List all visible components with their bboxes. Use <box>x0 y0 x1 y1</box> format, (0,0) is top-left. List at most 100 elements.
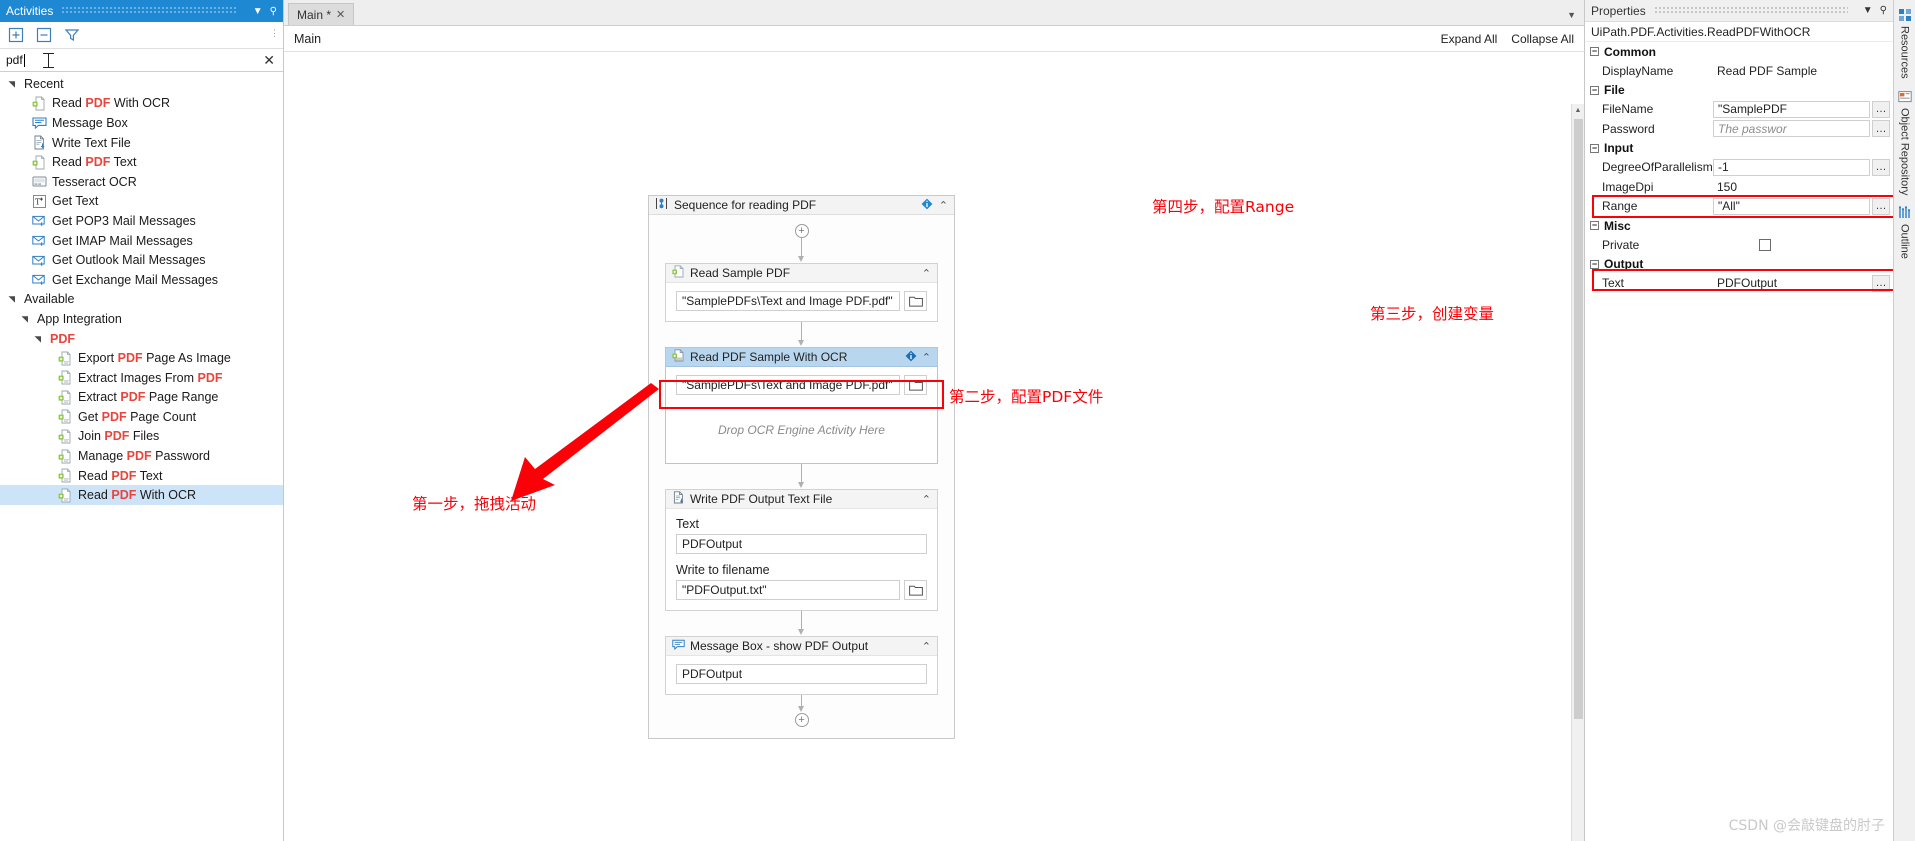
file-path-input[interactable]: "SamplePDFs\Text and Image PDF.pdf" <box>676 291 900 311</box>
close-icon[interactable]: ✕ <box>336 8 345 21</box>
open-editor-button[interactable]: … <box>1872 120 1890 138</box>
designer-scrollbar[interactable]: ▲ <box>1571 104 1584 841</box>
activity-item-extract-pdf-page-range[interactable]: Extract PDF Page Range <box>0 388 283 408</box>
toolbar-overflow-dots[interactable]: ⋮ <box>270 29 279 38</box>
activity-item-read-pdf-text[interactable]: Read PDF Text <box>0 152 283 172</box>
activity-item-read-pdf-text[interactable]: Read PDF Text <box>0 466 283 486</box>
activity-item-write-text-file[interactable]: Write Text File <box>0 133 283 153</box>
tree-group-recent[interactable]: Recent <box>0 74 283 94</box>
open-editor-button[interactable]: … <box>1872 197 1890 215</box>
activity-item-get-exchange-mail-messages[interactable]: Get Exchange Mail Messages <box>0 270 283 290</box>
property-group-file[interactable]: − File <box>1585 80 1893 100</box>
activity-write-pdf-output-text-file[interactable]: Write PDF Output Text File ⌃ Text PDFOut… <box>665 489 938 611</box>
collapse-chevron-icon[interactable]: ⌃ <box>939 199 948 212</box>
expand-triangle-icon[interactable] <box>6 295 18 303</box>
ocr-engine-drop-zone[interactable]: Drop OCR Engine Activity Here <box>676 407 927 453</box>
rail-item-object-repository[interactable]: Object Repository <box>1897 86 1912 199</box>
collapse-chevron-icon[interactable]: ⌃ <box>922 640 931 653</box>
private-checkbox[interactable] <box>1759 238 1771 251</box>
expand-all-icon[interactable] <box>8 27 24 43</box>
property-value[interactable]: Read PDF Sample <box>1713 62 1891 80</box>
collapse-box-icon[interactable]: − <box>1590 259 1599 269</box>
activity-item-read-pdf-with-ocr[interactable]: Read PDF With OCR <box>0 94 283 114</box>
pin-icon[interactable]: ⚲ <box>1880 5 1887 16</box>
activity-item-get-pdf-page-count[interactable]: Get PDF Page Count <box>0 407 283 427</box>
properties-title: Properties <box>1591 3 1646 18</box>
filename-input[interactable]: "PDFOutput.txt" <box>676 580 900 600</box>
outline-icon <box>1898 206 1912 220</box>
open-editor-button[interactable]: … <box>1872 274 1890 292</box>
browse-folder-icon[interactable] <box>904 580 927 600</box>
scroll-up-icon[interactable]: ▲ <box>1572 104 1584 117</box>
collapse-box-icon[interactable]: − <box>1590 85 1599 95</box>
chevron-down-icon[interactable]: ▼ <box>1863 5 1873 16</box>
property-value[interactable]: 150 <box>1713 178 1891 196</box>
expand-triangle-icon[interactable] <box>32 335 44 343</box>
chevron-down-icon[interactable]: ▼ <box>253 6 263 17</box>
property-group-output[interactable]: − Output <box>1585 254 1893 274</box>
activity-item-get-pop3-mail-messages[interactable]: Get POP3 Mail Messages <box>0 211 283 231</box>
collapse-all-icon[interactable] <box>36 27 52 43</box>
activity-read-pdf-sample-with-ocr[interactable]: Read PDF Sample With OCR ⌃ "SamplePDFs\T… <box>665 347 938 464</box>
property-group-misc[interactable]: − Misc <box>1585 216 1893 235</box>
info-icon[interactable] <box>921 198 933 213</box>
activity-item-message-box[interactable]: Message Box <box>0 113 283 133</box>
activity-item-get-imap-mail-messages[interactable]: Get IMAP Mail Messages <box>0 231 283 251</box>
property-group-label: Misc <box>1604 218 1631 233</box>
expand-triangle-icon[interactable] <box>19 315 31 323</box>
filter-icon[interactable] <box>64 27 80 43</box>
activity-message-box[interactable]: Message Box - show PDF Output ⌃ PDFOutpu… <box>665 636 938 695</box>
properties-type-name: UiPath.PDF.Activities.ReadPDFWithOCR <box>1585 22 1893 42</box>
collapse-box-icon[interactable]: − <box>1590 47 1599 56</box>
collapse-chevron-icon[interactable]: ⌃ <box>922 267 931 280</box>
browse-folder-icon[interactable] <box>904 291 927 311</box>
tree-group-available[interactable]: Available <box>0 290 283 310</box>
open-editor-button[interactable]: … <box>1872 158 1890 176</box>
pin-icon[interactable]: ⚲ <box>270 6 277 17</box>
expand-all-link[interactable]: Expand All <box>1441 32 1498 46</box>
message-text-input[interactable]: PDFOutput <box>676 664 927 684</box>
property-row-range: Range "All"… <box>1585 197 1893 217</box>
search-input[interactable]: pdf ✕ <box>0 49 283 72</box>
sequence-container[interactable]: Sequence for reading PDF ⌃ + Read Sample… <box>648 195 955 739</box>
activity-item-extract-images-from-pdf[interactable]: Extract Images From PDF <box>0 368 283 388</box>
add-activity-top-button[interactable]: + <box>794 224 809 238</box>
activity-item-read-pdf-with-ocr[interactable]: Read PDF With OCR <box>0 485 283 506</box>
rail-item-resources[interactable]: Resources <box>1898 4 1912 83</box>
activity-item-get-text[interactable]: T Get Text <box>0 192 283 212</box>
property-group-input[interactable]: − Input <box>1585 138 1893 158</box>
scrollbar-thumb[interactable] <box>1574 119 1583 719</box>
tree-group-app-integration[interactable]: App Integration <box>0 309 283 329</box>
tab-main[interactable]: Main * ✕ <box>288 3 355 25</box>
add-activity-bottom-button[interactable]: + <box>794 713 809 727</box>
info-icon[interactable] <box>905 350 917 365</box>
expand-triangle-icon[interactable] <box>6 80 18 88</box>
property-value[interactable]: "All" <box>1713 197 1870 215</box>
tree-group-pdf[interactable]: PDF <box>0 329 283 349</box>
property-value[interactable]: "SamplePDF <box>1713 100 1870 118</box>
tab-overflow-chevron-icon[interactable]: ▼ <box>1567 10 1576 20</box>
text-input[interactable]: PDFOutput <box>676 534 927 554</box>
open-editor-button[interactable]: … <box>1872 100 1890 118</box>
collapse-chevron-icon[interactable]: ⌃ <box>922 351 931 364</box>
property-value[interactable]: -1 <box>1713 158 1870 176</box>
activity-read-sample-pdf[interactable]: Read Sample PDF ⌃ "SamplePDFs\Text and I… <box>665 263 938 322</box>
activity-header: Write PDF Output Text File ⌃ <box>666 490 937 509</box>
activity-item-tesseract-ocr[interactable]: Tesseract OCR <box>0 172 283 192</box>
property-value[interactable]: The passwor <box>1713 120 1870 138</box>
collapse-all-link[interactable]: Collapse All <box>1511 32 1574 46</box>
collapse-box-icon[interactable]: − <box>1590 221 1599 230</box>
activity-item-get-outlook-mail-messages[interactable]: Get Outlook Mail Messages <box>0 250 283 270</box>
property-group-common[interactable]: − Common <box>1585 42 1893 61</box>
browse-folder-icon[interactable] <box>904 375 927 395</box>
activity-item-manage-pdf-password[interactable]: Manage PDF Password <box>0 446 283 466</box>
collapse-chevron-icon[interactable]: ⌃ <box>922 493 931 506</box>
collapse-box-icon[interactable]: − <box>1590 143 1599 153</box>
clear-search-icon[interactable]: ✕ <box>263 53 277 67</box>
rail-item-outline[interactable]: Outline <box>1898 202 1912 263</box>
activity-item-join-pdf-files[interactable]: Join PDF Files <box>0 427 283 447</box>
breadcrumb-bar: Main Expand All Collapse All <box>284 26 1584 52</box>
property-value[interactable]: PDFOutput <box>1713 274 1870 292</box>
activity-item-export-pdf-page-as-image[interactable]: Export PDF Page As Image <box>0 348 283 368</box>
file-path-input[interactable]: "SamplePDFs\Text and Image PDF.pdf" <box>676 375 900 395</box>
